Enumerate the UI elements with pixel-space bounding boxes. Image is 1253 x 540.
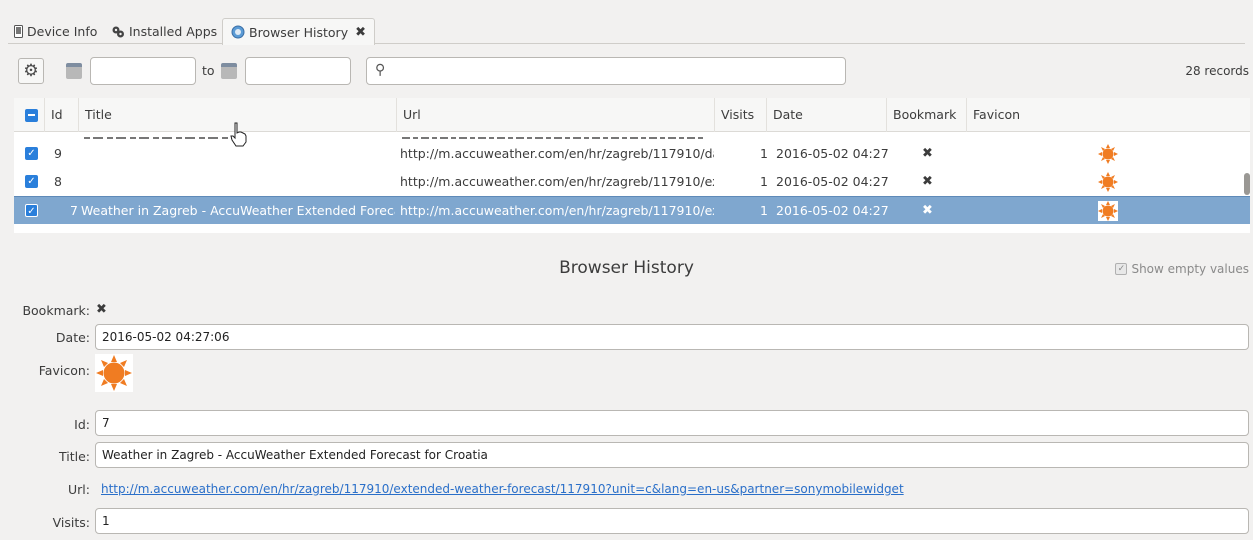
toolbar: ⚙ to ⚲ 28 records bbox=[14, 54, 1249, 88]
row-checkbox[interactable]: ✓ bbox=[25, 147, 38, 160]
hand-cursor-icon bbox=[230, 122, 247, 147]
title-field[interactable]: Weather in Zagreb - AccuWeather Extended… bbox=[95, 442, 1249, 468]
row-url: http://m.accuweather.com/en/hr/zagreb/11… bbox=[400, 203, 714, 218]
apps-icon bbox=[112, 26, 124, 37]
history-table: Id Title Url Visits Date Bookmark Favico… bbox=[14, 98, 1250, 233]
tab-bar: Device Info Installed Apps ✖ Browser His… bbox=[8, 10, 1245, 45]
select-all-checkbox[interactable] bbox=[25, 109, 38, 122]
row-bookmark: ✖ bbox=[922, 146, 933, 161]
tab-label: Installed Apps bbox=[129, 24, 218, 39]
tab-label: Device Info bbox=[27, 24, 98, 39]
tab-device-info[interactable]: Device Info bbox=[14, 19, 97, 44]
row-visits: 1 bbox=[760, 203, 768, 218]
favicon-sun-icon bbox=[95, 354, 133, 392]
partial-row-text bbox=[84, 137, 704, 139]
table-row-selected[interactable]: ✓ 7 Weather in Zagreb - AccuWeather Exte… bbox=[14, 196, 1250, 224]
calendar-icon[interactable] bbox=[66, 63, 82, 79]
row-id: 8 bbox=[54, 174, 62, 189]
visits-label: Visits: bbox=[52, 515, 90, 530]
search-icon: ⚲ bbox=[375, 62, 386, 78]
row-title: Weather in Zagreb - AccuWeather Extended… bbox=[81, 203, 395, 218]
tab-label: Browser History bbox=[249, 24, 349, 40]
table-scrollbar[interactable] bbox=[1244, 132, 1250, 233]
gear-icon: ⚙ bbox=[23, 61, 39, 81]
bookmark-value: ✖ bbox=[96, 302, 107, 317]
globe-icon bbox=[231, 25, 245, 39]
column-header-bookmark[interactable]: Bookmark bbox=[886, 98, 966, 132]
column-header-date[interactable]: Date bbox=[766, 98, 886, 132]
scrollbar-thumb[interactable] bbox=[1244, 173, 1250, 195]
row-id: 7 bbox=[70, 203, 78, 218]
record-count: 28 records bbox=[1185, 64, 1249, 78]
row-url: http://m.accuweather.com/en/hr/zagreb/11… bbox=[400, 146, 714, 161]
row-visits: 1 bbox=[760, 146, 768, 161]
date-to-input[interactable] bbox=[245, 57, 351, 85]
table-row[interactable]: ✓ 8 http://m.accuweather.com/en/hr/zagre… bbox=[14, 168, 1250, 196]
row-bookmark: ✖ bbox=[922, 174, 933, 189]
close-icon[interactable]: ✖ bbox=[355, 25, 366, 40]
row-title bbox=[83, 168, 395, 196]
date-from-input[interactable] bbox=[90, 57, 196, 85]
row-date: 2016-05-02 04:27:20 bbox=[776, 174, 890, 189]
show-empty-checkbox[interactable]: ✓ bbox=[1115, 263, 1128, 275]
row-visits: 1 bbox=[760, 174, 768, 189]
sun-icon bbox=[1098, 144, 1118, 164]
date-label: Date: bbox=[55, 330, 90, 345]
url-link[interactable]: http://m.accuweather.com/en/hr/zagreb/11… bbox=[101, 482, 904, 496]
show-empty-toggle[interactable]: ✓ Show empty values bbox=[1115, 262, 1249, 276]
device-icon bbox=[14, 25, 23, 38]
detail-heading: Browser History bbox=[559, 258, 694, 278]
column-header-url[interactable]: Url bbox=[396, 98, 714, 132]
row-id: 9 bbox=[54, 146, 62, 161]
date-field[interactable]: 2016-05-02 04:27:06 bbox=[95, 324, 1249, 350]
row-url: http://m.accuweather.com/en/hr/zagreb/11… bbox=[400, 174, 714, 189]
sun-icon bbox=[1098, 201, 1118, 221]
favicon-label: Favicon: bbox=[38, 363, 90, 378]
row-date: 2016-05-02 04:27:06 bbox=[776, 203, 890, 218]
column-header-id[interactable]: Id bbox=[44, 98, 78, 132]
title-label: Title: bbox=[59, 449, 90, 464]
url-label: Url: bbox=[68, 482, 90, 497]
partial-row bbox=[14, 132, 1250, 139]
column-header-favicon[interactable]: Favicon bbox=[966, 98, 1250, 132]
tab-installed-apps[interactable]: Installed Apps ✖ bbox=[111, 19, 235, 44]
row-checkbox[interactable]: ✓ bbox=[25, 204, 38, 217]
row-checkbox[interactable]: ✓ bbox=[25, 175, 38, 188]
settings-button[interactable]: ⚙ bbox=[18, 58, 44, 84]
sun-icon bbox=[1098, 172, 1118, 192]
search-input[interactable]: ⚲ bbox=[366, 57, 846, 85]
table-row[interactable]: ✓ 9 http://m.accuweather.com/en/hr/zagre… bbox=[14, 140, 1250, 168]
id-field[interactable]: 7 bbox=[95, 410, 1249, 436]
column-header-visits[interactable]: Visits bbox=[714, 98, 766, 132]
calendar-icon[interactable] bbox=[221, 63, 237, 79]
visits-field[interactable]: 1 bbox=[95, 508, 1249, 534]
bookmark-label: Bookmark: bbox=[22, 303, 90, 318]
to-label: to bbox=[202, 63, 215, 78]
show-empty-label: Show empty values bbox=[1131, 262, 1249, 276]
row-bookmark: ✖ bbox=[922, 203, 933, 218]
row-date: 2016-05-02 04:27:21 bbox=[776, 146, 890, 161]
table-header: Id Title Url Visits Date Bookmark Favico… bbox=[14, 98, 1250, 132]
id-label: Id: bbox=[74, 417, 90, 432]
tab-browser-history[interactable]: Browser History ✖ bbox=[222, 18, 376, 45]
